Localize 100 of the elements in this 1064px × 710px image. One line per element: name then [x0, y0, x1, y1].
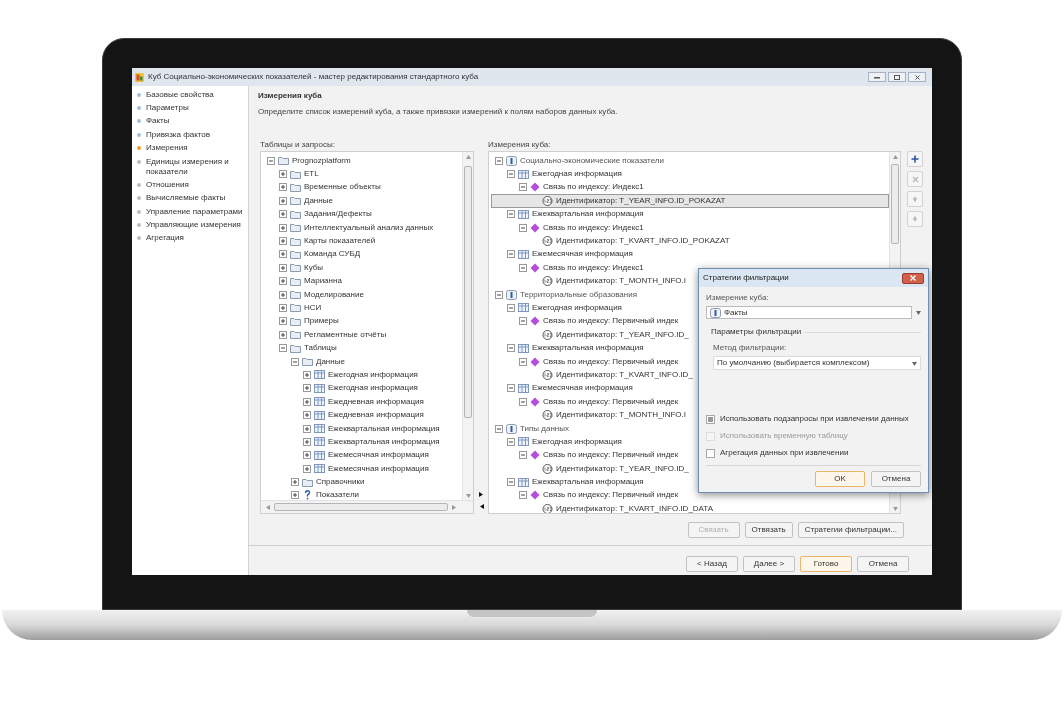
wizard-button[interactable]: Готово [800, 556, 852, 572]
scroll-right-icon[interactable] [452, 504, 457, 510]
plus-box-icon[interactable] [291, 478, 299, 487]
tree-item[interactable]: Идентификатор: T_KVART_INFO.ID_POKAZAT [491, 234, 735, 248]
step-link[interactable]: Управляющие измерения [146, 220, 241, 231]
move-right-icon[interactable] [478, 492, 484, 497]
minus-box-icon[interactable] [507, 170, 515, 179]
step-link[interactable]: Измерения [146, 143, 188, 154]
tree-item[interactable]: Марианна [263, 274, 347, 288]
tree-item[interactable]: Связь по индексу: Первичный индек [491, 354, 684, 369]
tree-item[interactable]: Регламентные отчёты [263, 328, 392, 342]
plus-box-icon[interactable] [279, 237, 287, 246]
toolbar-button[interactable] [907, 151, 923, 167]
tree-item[interactable]: НСИ [263, 301, 327, 315]
plus-box-icon[interactable] [303, 397, 311, 406]
tree-item[interactable]: Связь по индексу: Индекс1 [491, 220, 649, 235]
tree-item[interactable]: Временные объекты [263, 180, 386, 195]
scroll-down-icon[interactable] [465, 493, 471, 498]
tree-item[interactable]: Связь по индексу: Индекс1 [491, 261, 649, 275]
tree-item[interactable]: Карты показателей [263, 234, 381, 248]
tree-item[interactable]: Примеры [263, 314, 344, 329]
minus-box-icon[interactable] [507, 344, 515, 353]
tree-item[interactable]: Ежемесячная информация [491, 247, 638, 262]
plus-box-icon[interactable] [303, 451, 311, 460]
vertical-scrollbar[interactable] [462, 152, 473, 500]
tree-item[interactable]: Идентификатор: T_YEAR_INFO.ID_ [491, 328, 694, 342]
dimension-dropdown[interactable]: Факты [706, 306, 912, 319]
tree-item[interactable]: Ежеквартальная информация [491, 341, 649, 355]
tree-item[interactable]: Связь по индексу: Первичный индек [491, 395, 684, 409]
tree-item[interactable]: Ежемесячная информация [263, 462, 434, 476]
tree-item[interactable]: Интеллектуальный анализ данных [263, 220, 439, 235]
caret-icon[interactable] [916, 310, 921, 315]
tree-item[interactable]: Ежегодная информация [263, 368, 423, 382]
plus-box-icon[interactable] [279, 290, 287, 299]
plus-box-icon[interactable] [303, 370, 311, 379]
wizard-button[interactable]: < Назад [686, 556, 738, 572]
step-link[interactable]: Единицы измерения и показатели [146, 156, 248, 177]
tree-item[interactable]: Ежедневная информация [263, 395, 429, 409]
close-button[interactable] [902, 272, 924, 284]
step-link[interactable]: Привязка фактов [146, 129, 211, 140]
close-button[interactable] [908, 72, 926, 82]
minus-box-icon[interactable] [495, 156, 503, 165]
minus-box-icon[interactable] [279, 344, 287, 353]
tree-item[interactable]: Ежемесячная информация [491, 381, 638, 396]
plus-box-icon[interactable] [279, 170, 287, 179]
scrollbar-thumb[interactable] [891, 164, 899, 244]
scroll-left-icon[interactable] [265, 504, 270, 510]
plus-box-icon[interactable] [279, 223, 287, 232]
minus-box-icon[interactable] [507, 384, 515, 393]
tree-item[interactable]: Идентификатор: T_YEAR_INFO.ID_ [491, 462, 694, 476]
tree-item[interactable]: Связь по индексу: Первичный индек [491, 488, 684, 503]
move-left-icon[interactable] [478, 504, 484, 509]
scroll-down-icon[interactable] [892, 506, 898, 511]
tree-item[interactable]: Показатели [263, 488, 365, 500]
minus-box-icon[interactable] [507, 437, 515, 446]
horizontal-scrollbar[interactable] [261, 500, 473, 513]
minus-box-icon[interactable] [495, 424, 503, 433]
minus-box-icon[interactable] [519, 451, 527, 460]
tree-item[interactable]: Ежедневная информация [263, 408, 429, 422]
minus-box-icon[interactable] [291, 357, 299, 366]
step-link[interactable]: Агрегация [146, 233, 184, 244]
method-dropdown[interactable]: По умолчанию (выбирается комплексом) [713, 356, 921, 370]
scroll-up-icon[interactable] [892, 154, 898, 159]
minus-box-icon[interactable] [519, 263, 527, 272]
cancel-button[interactable]: Отмена [871, 471, 921, 487]
tree-item[interactable]: Социально-экономические показатели [491, 154, 669, 168]
minus-box-icon[interactable] [507, 210, 515, 219]
tree-item[interactable]: Ежегодная информация [263, 381, 423, 396]
step-link[interactable]: Базовые свойства [146, 89, 214, 100]
tree-item[interactable]: Данные [263, 354, 350, 369]
tree-item[interactable]: Ежегодная информация [491, 301, 627, 315]
tree-item[interactable]: Справочники [263, 475, 370, 489]
ok-button[interactable]: OK [815, 471, 865, 487]
plus-box-icon[interactable] [291, 491, 299, 500]
tree-item[interactable]: Идентификатор: T_YEAR_INFO.ID_POKAZAT [491, 194, 889, 208]
tree-item[interactable]: Ежегодная информация [491, 167, 627, 181]
tree-item[interactable]: Prognozplatform [263, 154, 356, 168]
tree-item[interactable]: Идентификатор: T_MONTH_INFO.I [491, 408, 691, 422]
plus-box-icon[interactable] [279, 210, 287, 219]
wizard-button[interactable]: Отмена [857, 556, 909, 572]
minus-box-icon[interactable] [267, 156, 275, 165]
plus-box-icon[interactable] [279, 277, 287, 286]
plus-box-icon[interactable] [303, 411, 311, 420]
tree-item[interactable]: Ежемесячная информация [263, 448, 434, 462]
minus-box-icon[interactable] [495, 290, 503, 299]
checkbox[interactable] [706, 448, 715, 458]
tree-item[interactable]: Моделирование [263, 287, 369, 302]
minus-box-icon[interactable] [507, 250, 515, 259]
tree-item[interactable]: Задания/Дефекты [263, 207, 377, 221]
step-link[interactable]: Управление параметрами [146, 206, 243, 217]
tree-item[interactable]: Ежеквартальная информация [263, 421, 445, 436]
tree-item[interactable]: Связь по индексу: Индекс1 [491, 180, 649, 195]
plus-box-icon[interactable] [279, 183, 287, 192]
tree-item[interactable]: Идентификатор: T_KVART_INFO.ID_DATA [491, 502, 718, 513]
minus-box-icon[interactable] [519, 397, 527, 406]
wizard-button[interactable]: Далее > [743, 556, 795, 572]
plus-box-icon[interactable] [303, 464, 311, 473]
step-link[interactable]: Факты [146, 116, 170, 127]
step-link[interactable]: Параметры [146, 103, 189, 114]
tree-item[interactable]: Кубы [263, 261, 329, 275]
